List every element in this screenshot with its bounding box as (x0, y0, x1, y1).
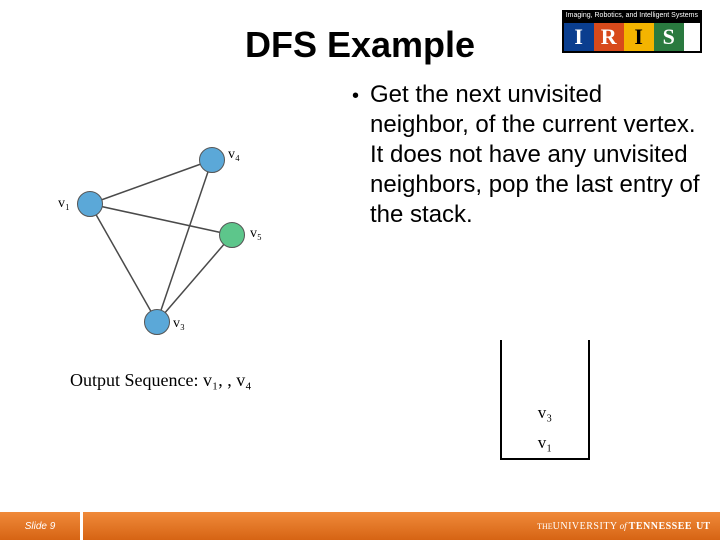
bullet-text: Get the next unvisited neighbor, of the … (370, 81, 700, 228)
graph-diagram: v₁ v₄ v₅ v₃ (60, 140, 320, 340)
graph-node-v5 (219, 222, 245, 248)
graph-node-v4 (199, 147, 225, 173)
graph-edges (60, 140, 320, 340)
output-label: Output Sequence: (70, 370, 198, 390)
iris-logo: Imaging, Robotics, and Intelligent Syste… (562, 10, 702, 53)
graph-node-v1 (77, 191, 103, 217)
iris-tagline: Imaging, Robotics, and Intelligent Syste… (562, 10, 702, 21)
iris-letter-r: R (594, 23, 624, 51)
univ-of: of (620, 521, 627, 531)
graph-label-v4: v₄ (228, 147, 240, 163)
bullet-dot-icon: • (352, 84, 359, 109)
stack-item-top: v₃ (502, 398, 588, 428)
university-branding: THE UNIVERSITY of TENNESSEE UT (83, 512, 720, 540)
iris-letter-s: S (654, 23, 684, 51)
iris-letter-i2: I (624, 23, 654, 51)
univ-word: UNIVERSITY (553, 521, 618, 532)
iris-letter-i1: I (564, 23, 594, 51)
slide-number: Slide 9 (0, 512, 80, 540)
graph-label-v3: v₃ (173, 316, 185, 332)
univ-prefix: THE (537, 522, 553, 531)
univ-name: TENNESSEE (629, 521, 692, 532)
output-sequence: Output Sequence: v₁, , v₄ (70, 370, 252, 391)
graph-node-v3 (144, 309, 170, 335)
graph-label-v1: v₁ (58, 196, 70, 212)
ut-logo-icon: UT (696, 521, 710, 532)
output-values: v₁, , v₄ (203, 370, 252, 390)
graph-label-v5: v₅ (250, 226, 262, 242)
iris-letters: I R I S (562, 21, 702, 53)
bullet-item: • Get the next unvisited neighbor, of th… (370, 80, 700, 230)
slide-footer: Slide 9 THE UNIVERSITY of TENNESSEE UT (0, 512, 720, 540)
stack-item-bottom: v₁ (502, 428, 588, 458)
stack-diagram: v₃ v₁ (500, 340, 590, 460)
